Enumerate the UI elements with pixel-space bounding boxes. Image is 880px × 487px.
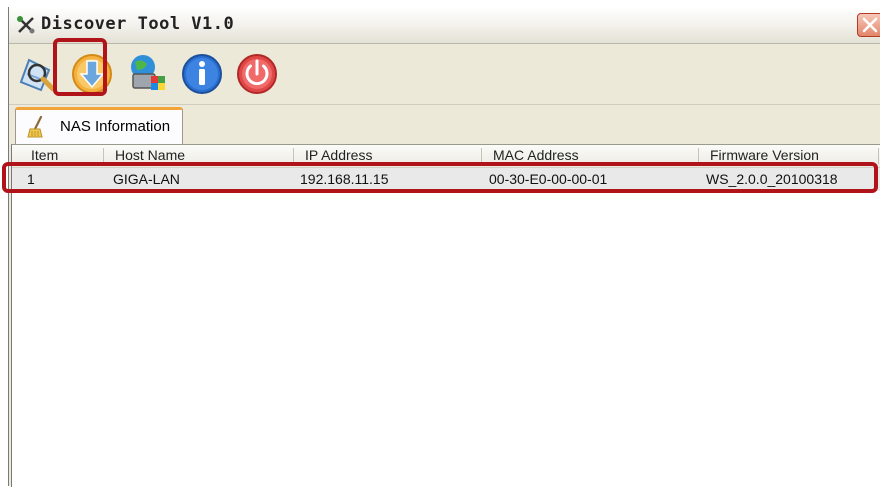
info-icon [182, 54, 222, 94]
info-button[interactable] [180, 52, 224, 96]
power-button[interactable] [235, 52, 279, 96]
close-icon [862, 17, 878, 33]
power-icon [237, 54, 277, 94]
row-highlight [2, 162, 878, 193]
app-icon [17, 16, 35, 34]
tab-label: NAS Information [60, 118, 171, 135]
nas-list-view[interactable]: Item Host Name IP Address MAC Address Fi… [11, 144, 880, 487]
tab-nas-information[interactable]: NAS Information [15, 107, 183, 144]
close-button[interactable] [857, 13, 880, 37]
discover-tool-window: Discover Tool V1.0 NAS Information Item … [8, 7, 880, 487]
toolbar [9, 44, 880, 104]
title-bar[interactable]: Discover Tool V1.0 [9, 7, 880, 44]
network-settings-icon [131, 55, 165, 90]
tab-strip: NAS Information [9, 104, 880, 145]
column-divider[interactable] [878, 148, 879, 164]
nas-broom-icon [27, 115, 43, 138]
window-title: Discover Tool V1.0 [41, 14, 235, 34]
download-button-highlight [53, 38, 107, 96]
network-settings-button[interactable] [125, 52, 169, 96]
